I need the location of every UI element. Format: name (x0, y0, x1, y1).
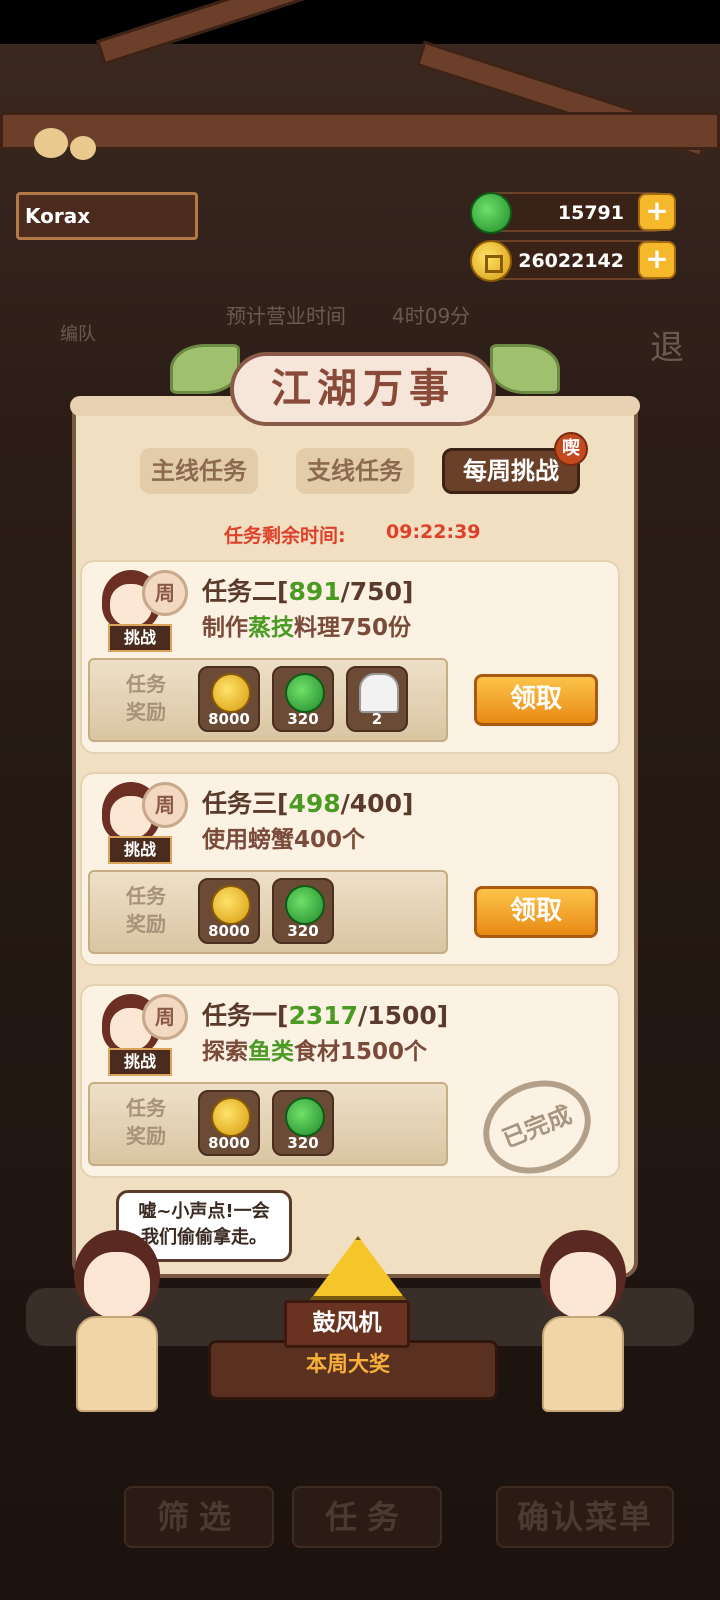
reward-item[interactable]: 2 (346, 666, 408, 732)
reward-count: 320 (287, 1134, 319, 1152)
add-coin-button[interactable]: + (638, 241, 676, 279)
task-progress-current: 2317 (288, 1001, 359, 1030)
coin-icon (211, 885, 251, 925)
reward-item[interactable]: 8000 (198, 1090, 260, 1156)
roof-beam (0, 112, 720, 150)
task-progress-target: 750 (349, 577, 402, 606)
npc-body (76, 1316, 158, 1412)
reward-count: 320 (287, 922, 319, 940)
npc-body (542, 1316, 624, 1412)
speech-line: 嘘~小声点!一会 (138, 1201, 270, 1222)
jade-icon (285, 673, 325, 713)
chick-decoration (34, 128, 68, 158)
reward-item[interactable]: 8000 (198, 878, 260, 944)
npc-right (528, 1230, 638, 1420)
task-card: 周 挑战 任务一[2317/1500] 探索鱼类食材1500个 任务奖励 800… (80, 984, 620, 1190)
add-jade-button[interactable]: + (638, 193, 676, 231)
week-seal: 周 (142, 782, 188, 828)
jade-icon (285, 1097, 325, 1137)
business-time-label: 预计营业时间 (226, 304, 346, 328)
tab-side-quest[interactable]: 支线任务 (296, 448, 414, 494)
chick-decoration (70, 136, 96, 160)
task-card: 周 挑战 任务二[891/750] 制作蒸技料理750份 任务奖励 8000 3… (80, 560, 620, 754)
coin-icon (470, 240, 512, 282)
task-avatar: 周 挑战 (96, 778, 188, 864)
challenge-tag: 挑战 (108, 624, 172, 652)
filter-button[interactable]: 筛选 (124, 1486, 274, 1548)
reward-item[interactable]: 320 (272, 878, 334, 944)
npc-face (550, 1252, 616, 1318)
task-description: 探索鱼类食材1500个 (202, 1032, 427, 1066)
reward-count: 8000 (208, 1134, 250, 1152)
jade-icon (285, 885, 325, 925)
task-title: 任务二[891/750] (202, 577, 414, 606)
task-desc-text: 制作 (202, 615, 248, 641)
npc-left (62, 1230, 172, 1420)
challenge-tag: 挑战 (108, 836, 172, 864)
player-name: Korax (16, 192, 198, 240)
task-desc-highlight: 鱼类 (248, 1039, 294, 1065)
challenge-tag: 挑战 (108, 1048, 172, 1076)
week-seal: 周 (142, 994, 188, 1040)
npc-face (84, 1252, 150, 1318)
business-time-value: 4时09分 (392, 304, 471, 328)
reward-count: 8000 (208, 922, 250, 940)
reward-count: 2 (371, 710, 383, 728)
jade-icon (470, 192, 512, 234)
task-name: 任务三 (202, 789, 278, 818)
claim-button[interactable]: 领取 (474, 674, 598, 726)
reward-item[interactable]: 8000 (198, 666, 260, 732)
coin-icon (211, 1097, 251, 1137)
reward-label: 任务奖励 (126, 672, 166, 724)
task-desc-text: 探索 (202, 1039, 248, 1065)
prize-subtitle: 本周大奖 (306, 1352, 390, 1376)
task-description: 使用螃蟹400个 (202, 827, 366, 853)
task-description: 制作蒸技料理750份 (202, 608, 411, 642)
prize-name[interactable]: 鼓风机 (284, 1300, 410, 1348)
leaf-decoration (490, 344, 560, 394)
coin-currency-bar: 26022142 + (470, 240, 676, 282)
timer-label: 任务剩余时间: (224, 525, 346, 547)
reward-label: 任务奖励 (126, 1096, 166, 1148)
task-card: 周 挑战 任务三[498/400] 使用螃蟹400个 任务奖励 8000 320… (80, 772, 620, 966)
reward-scroll: 任务奖励 8000 320 (88, 1082, 448, 1166)
confirm-menu-button[interactable]: 确认菜单 (496, 1486, 674, 1548)
coin-value: 26022142 (518, 250, 624, 272)
task-title: 任务一[2317/1500] (202, 1001, 449, 1030)
new-badge: 喫 (554, 432, 588, 466)
tab-main-quest[interactable]: 主线任务 (140, 448, 258, 494)
week-seal: 周 (142, 570, 188, 616)
reward-item[interactable]: 320 (272, 1090, 334, 1156)
task-progress-current: 891 (288, 577, 341, 606)
rice-ball-icon (359, 673, 399, 713)
task-desc-text: 食材1500个 (294, 1039, 428, 1065)
reward-scroll: 任务奖励 8000 320 (88, 870, 448, 954)
coin-icon (211, 673, 251, 713)
task-name: 任务一 (202, 1001, 278, 1030)
reward-label: 任务奖励 (126, 884, 166, 936)
reward-count: 8000 (208, 710, 250, 728)
task-desc-highlight: 蒸技 (248, 615, 294, 641)
team-label[interactable]: 编队 (60, 320, 96, 346)
task-desc-text: 料理750份 (294, 615, 412, 641)
task-avatar: 周 挑战 (96, 566, 188, 652)
panel-title: 江湖万事 (230, 352, 496, 426)
timer-value: 09:22:39 (386, 521, 481, 543)
task-name: 任务二 (202, 577, 278, 606)
jade-value: 15791 (557, 202, 624, 224)
task-title: 任务三[498/400] (202, 789, 414, 818)
task-button[interactable]: 任务 (292, 1486, 442, 1548)
claim-button[interactable]: 领取 (474, 886, 598, 938)
reward-scroll: 任务奖励 8000 320 2 (88, 658, 448, 742)
exit-button[interactable]: 退 (650, 320, 684, 369)
task-progress-target: 400 (349, 789, 402, 818)
reward-item[interactable]: 320 (272, 666, 334, 732)
task-progress-target: 1500 (367, 1001, 437, 1030)
task-progress-current: 498 (288, 789, 341, 818)
task-avatar: 周 挑战 (96, 990, 188, 1076)
completed-stamp: 已完成 (469, 1064, 605, 1190)
jade-currency-bar: 15791 + (470, 192, 676, 234)
reward-count: 320 (287, 710, 319, 728)
